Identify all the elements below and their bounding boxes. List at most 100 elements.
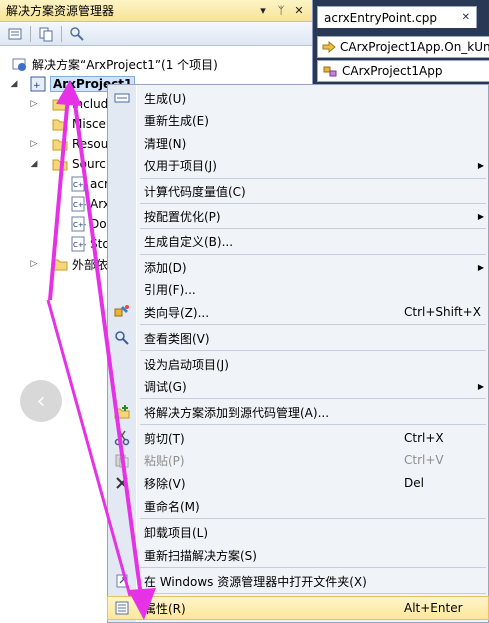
svg-text:C++: C++ bbox=[73, 201, 86, 209]
menu-item-set-startup[interactable]: 设为启动项目(J) bbox=[108, 353, 488, 375]
menu-item-build[interactable]: 生成(U) bbox=[108, 87, 488, 109]
menu-item-cut[interactable]: 剪切(T) Ctrl+X bbox=[108, 427, 488, 449]
menu-separator bbox=[140, 424, 486, 425]
class-diagram-icon bbox=[113, 329, 131, 347]
tree-node-file[interactable]: C++ Do bbox=[70, 215, 107, 233]
add-to-source-control-icon bbox=[113, 403, 131, 421]
menu-item-label: 属性(R) bbox=[144, 601, 186, 616]
open-folder-icon bbox=[113, 572, 131, 590]
menu-item-clean[interactable]: 清理(N) bbox=[108, 132, 488, 154]
menu-separator bbox=[140, 350, 486, 351]
menu-item-rename[interactable]: 重命名(M) bbox=[108, 495, 488, 517]
show-all-files-icon[interactable] bbox=[37, 25, 55, 43]
tree-node-file[interactable]: C++ Arx bbox=[70, 195, 110, 213]
svg-text:C++: C++ bbox=[73, 181, 86, 189]
menu-item-rebuild[interactable]: 重新生成(E) bbox=[108, 109, 488, 131]
menu-item-label: 在 Windows 资源管理器中打开文件夹(X) bbox=[144, 574, 367, 589]
menu-item-shortcut: Ctrl+X bbox=[404, 431, 444, 445]
submenu-arrow-icon: ▶ bbox=[477, 211, 484, 221]
menu-item-label: 重新生成(E) bbox=[144, 113, 209, 128]
menu-item-label: 仅用于项目(J) bbox=[144, 158, 217, 173]
menu-item-properties[interactable]: 属性(R) Alt+Enter bbox=[107, 596, 489, 620]
remove-x-icon bbox=[113, 474, 131, 492]
menu-item-unload-project[interactable]: 卸载项目(L) bbox=[108, 521, 488, 543]
menu-item-shortcut: Ctrl+Shift+X bbox=[404, 305, 481, 319]
tree-node-file[interactable]: C++ Sto bbox=[70, 235, 110, 253]
menu-item-label: 类向导(Z)... bbox=[144, 305, 210, 320]
menu-item-shortcut: Alt+Enter bbox=[404, 601, 463, 615]
class-view-icon[interactable] bbox=[68, 25, 86, 43]
submenu-arrow-icon: ▶ bbox=[477, 262, 484, 272]
menu-item-label: 设为启动项目(J) bbox=[144, 357, 229, 372]
expand-icon[interactable]: ▷ bbox=[28, 139, 40, 149]
expand-icon[interactable]: ▷ bbox=[28, 99, 40, 109]
cpp-file-icon: C++ bbox=[70, 176, 86, 192]
expand-icon[interactable]: ▷ bbox=[28, 259, 40, 269]
tree-node-folder[interactable]: ▷ Includ bbox=[28, 95, 109, 113]
class-navigation-dropdown[interactable]: CArxProject1App bbox=[317, 60, 489, 82]
expand-icon[interactable]: ◢ bbox=[28, 159, 40, 169]
properties-icon bbox=[113, 599, 131, 617]
previous-nav-button[interactable]: ‹ bbox=[20, 380, 62, 422]
close-icon[interactable]: ✕ bbox=[292, 4, 306, 17]
folder-icon bbox=[52, 116, 68, 132]
paste-icon bbox=[113, 451, 131, 469]
svg-text:+: + bbox=[33, 81, 41, 91]
menu-item-label: 粘贴(P) bbox=[144, 453, 185, 468]
menu-item-rescan-solution[interactable]: 重新扫描解决方案(S) bbox=[108, 544, 488, 566]
properties-icon[interactable] bbox=[6, 25, 24, 43]
menu-item-label: 查看类图(V) bbox=[144, 331, 210, 346]
tree-node-file[interactable]: C++ acr bbox=[70, 175, 109, 193]
menu-item-label: 卸载项目(L) bbox=[144, 525, 209, 540]
menu-separator bbox=[140, 593, 486, 594]
menu-item-label: 将解决方案添加到源代码管理(A)... bbox=[144, 405, 330, 420]
menu-item-label: 清理(N) bbox=[144, 136, 187, 151]
close-icon[interactable]: ✕ bbox=[462, 12, 470, 23]
menu-item-label: 重新扫描解决方案(S) bbox=[144, 548, 257, 563]
menu-item-label: 生成(U) bbox=[144, 91, 187, 106]
tab-label: acrxEntryPoint.cpp bbox=[324, 10, 438, 25]
menu-item-references[interactable]: 引用(F)... bbox=[108, 278, 488, 300]
tree-node-label: Misce bbox=[72, 117, 106, 131]
menu-item-pgo[interactable]: 按配置优化(P) ▶ bbox=[108, 205, 488, 227]
solution-icon bbox=[12, 56, 28, 72]
tree-node-label: 外部依 bbox=[72, 257, 109, 272]
menu-item-code-metrics[interactable]: 计算代码度量值(C) bbox=[108, 180, 488, 202]
menu-item-debug[interactable]: 调试(G) ▶ bbox=[108, 375, 488, 397]
menu-item-remove[interactable]: 移除(V) Del bbox=[108, 472, 488, 494]
expand-icon[interactable]: ◢ bbox=[8, 79, 20, 89]
menu-item-label: 生成自定义(B)... bbox=[144, 234, 234, 249]
menu-item-label: 剪切(T) bbox=[144, 431, 185, 446]
pin-icon[interactable]: ᛘ bbox=[274, 4, 288, 17]
cpp-file-icon: C++ bbox=[70, 236, 86, 252]
member-arrow-icon bbox=[322, 39, 336, 55]
nav-class-label: CArxProject1App bbox=[342, 64, 443, 78]
menu-item-add[interactable]: 添加(D) ▶ bbox=[108, 256, 488, 278]
dropdown-icon[interactable]: ▾ bbox=[256, 4, 270, 17]
menu-item-paste[interactable]: 粘贴(P) Ctrl+V bbox=[108, 449, 488, 471]
tree-node-folder[interactable]: ▷ 外部依 bbox=[28, 255, 108, 273]
menu-item-class-wizard[interactable]: 类向导(Z)... Ctrl+Shift+X bbox=[108, 301, 488, 323]
nav-member-label: CArxProject1App.On_kUn bbox=[340, 40, 489, 54]
chevron-left-icon: ‹ bbox=[36, 388, 46, 414]
cpp-file-icon: C++ bbox=[70, 216, 86, 232]
menu-separator bbox=[140, 518, 486, 519]
menu-item-build-customizations[interactable]: 生成自定义(B)... bbox=[108, 230, 488, 252]
tab-acrxentrypoint[interactable]: acrxEntryPoint.cpp ✕ bbox=[317, 6, 477, 28]
menu-item-open-in-explorer[interactable]: 在 Windows 资源管理器中打开文件夹(X) bbox=[108, 570, 488, 592]
scissors-icon bbox=[113, 429, 131, 447]
tree-node-solution[interactable]: 解决方案“ArxProject1”(1 个项目) bbox=[12, 55, 218, 73]
tree-node-folder[interactable]: ◢ Sourc bbox=[28, 155, 106, 173]
toolbar-separator bbox=[30, 25, 31, 42]
member-navigation-dropdown[interactable]: CArxProject1App.On_kUn bbox=[317, 36, 489, 58]
menu-item-label: 调试(G) bbox=[144, 379, 187, 394]
menu-item-view-class-diagram[interactable]: 查看类图(V) bbox=[108, 327, 488, 349]
tree-node-folder[interactable]: Misce bbox=[28, 115, 106, 133]
tree-node-folder[interactable]: ▷ Resou bbox=[28, 135, 109, 153]
svg-text:C++: C++ bbox=[73, 241, 86, 249]
menu-item-shortcut: Del bbox=[404, 476, 424, 490]
menu-item-project-only[interactable]: 仅用于项目(J) ▶ bbox=[108, 154, 488, 176]
panel-title: 解决方案资源管理器 bbox=[6, 4, 115, 18]
menu-item-label: 添加(D) bbox=[144, 260, 187, 275]
menu-item-add-source-control[interactable]: 将解决方案添加到源代码管理(A)... bbox=[108, 401, 488, 423]
